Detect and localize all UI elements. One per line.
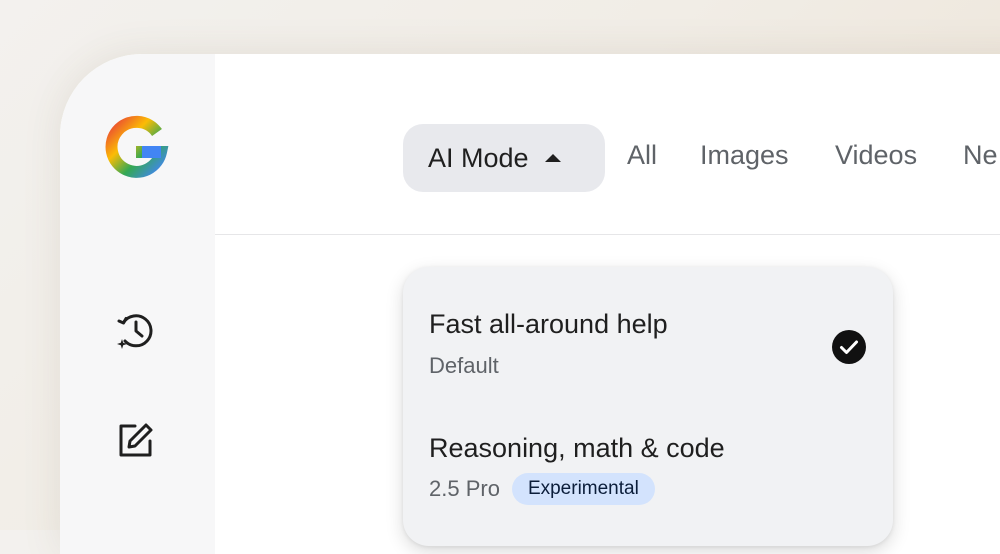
tab-ai-mode[interactable]: AI Mode — [403, 124, 605, 192]
menu-option-reasoning[interactable]: Reasoning, math & code 2.5 Pro Experimen… — [403, 433, 893, 533]
tab-all[interactable]: All — [627, 140, 657, 171]
menu-option-subtitle: 2.5 Pro — [429, 476, 500, 501]
new-chat-icon — [119, 423, 153, 457]
google-logo-icon[interactable] — [102, 114, 170, 182]
experimental-badge: Experimental — [511, 473, 655, 505]
menu-option-fast[interactable]: Fast all-around help Default — [403, 309, 893, 409]
tab-videos[interactable]: Videos — [835, 140, 917, 171]
history-icon — [117, 314, 153, 349]
menu-option-subtitle: Default — [429, 353, 499, 378]
sidebar — [60, 54, 215, 554]
tab-news[interactable]: Ne — [963, 140, 998, 171]
menu-option-title: Fast all-around help — [429, 309, 668, 339]
history-button[interactable] — [110, 305, 162, 357]
tab-images[interactable]: Images — [700, 140, 789, 171]
model-dropdown-menu: Fast all-around help Default Reasoning, … — [403, 267, 893, 546]
app-window: AI Mode All Images Videos Ne Fast all-ar… — [60, 54, 1000, 554]
menu-option-title: Reasoning, math & code — [429, 433, 725, 463]
search-tabs-bar: AI Mode All Images Videos Ne — [215, 54, 1000, 235]
tab-ai-mode-label: AI Mode — [428, 142, 529, 173]
new-chat-button[interactable] — [110, 414, 162, 466]
caret-up-icon — [544, 154, 561, 162]
menu-option-subtitle-row: 2.5 Pro Experimental — [429, 473, 655, 505]
checkmark-icon — [832, 330, 866, 364]
